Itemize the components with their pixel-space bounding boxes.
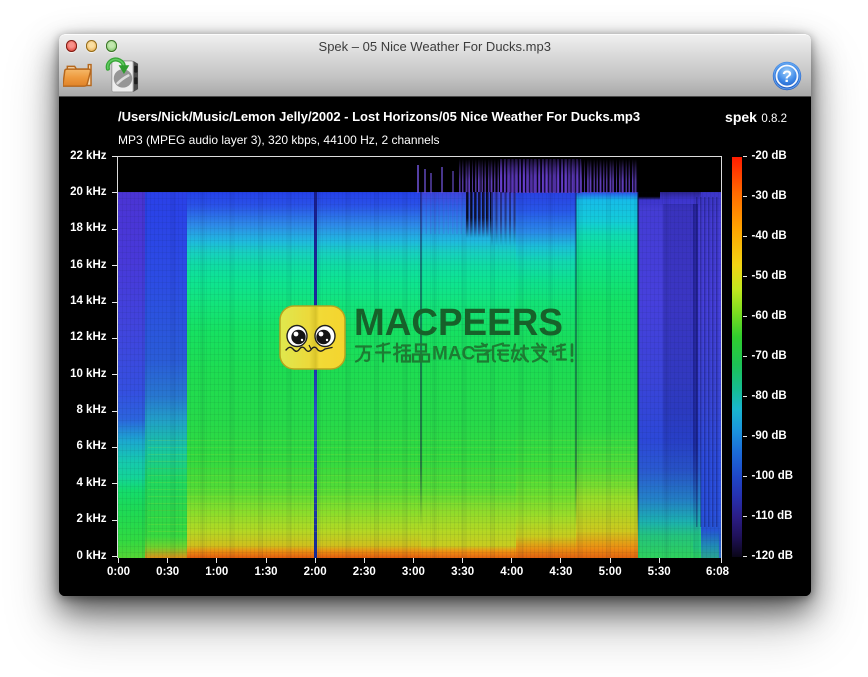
svg-text:?: ?	[782, 68, 792, 86]
svg-text:MAC: MAC	[432, 344, 476, 365]
